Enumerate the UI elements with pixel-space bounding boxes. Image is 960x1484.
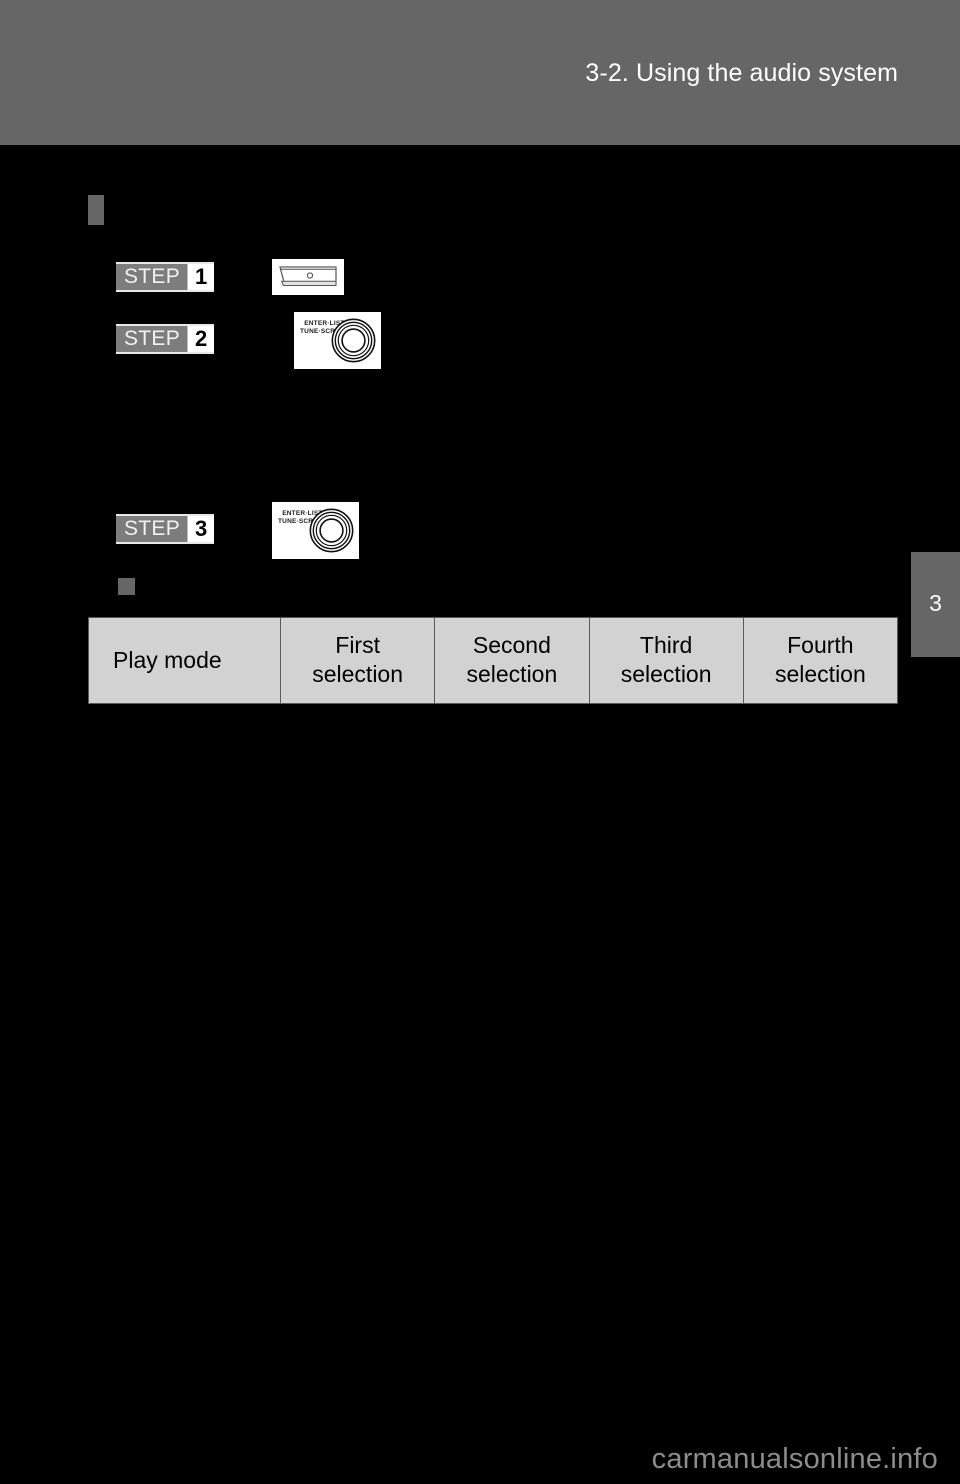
step-number-2: 2	[187, 326, 215, 352]
figure-tune-scroll-knob-2: ENTER·LIST TUNE·SCROLL	[272, 502, 359, 559]
step-number-3: 3	[187, 516, 215, 542]
table-header-third-selection: Third selection	[588, 617, 744, 704]
chapter-tab-number: 3	[929, 590, 942, 616]
play-mode-selection-table: Play mode First selection Second selecti…	[88, 617, 899, 704]
step-badge-2: STEP 2	[116, 324, 215, 354]
page-content: STEP 1 STEP 2 ENTER·LIST TUNE·SCROLL STE…	[0, 145, 960, 1484]
table-header-fourth-selection: Fourth selection	[742, 617, 899, 704]
page-title: 3-2. Using the audio system	[585, 59, 898, 87]
page-header-band: 3-2. Using the audio system	[0, 0, 960, 145]
eject-slot-button-icon	[279, 266, 337, 286]
table-header-first-line2: selection	[312, 661, 404, 687]
section-bullet-bar-icon	[88, 195, 104, 225]
step-label-1: STEP	[116, 264, 188, 290]
site-watermark: carmanualsonline.info	[651, 1443, 938, 1475]
figure-eject-slot-button	[272, 259, 344, 295]
step-badge-1: STEP 1	[116, 262, 215, 292]
table-header-third-line1: Third	[639, 632, 693, 658]
step-badge-3: STEP 3	[116, 514, 215, 544]
table-header-fourth-line1: Fourth	[787, 632, 854, 658]
table-header-first-selection: First selection	[279, 617, 436, 704]
table-head: Play mode First selection Second selecti…	[88, 617, 899, 704]
subsection-bullet-square-icon	[118, 578, 135, 595]
table-header-second-line1: Second	[472, 632, 551, 658]
tune-scroll-knob-icon-2	[309, 508, 354, 553]
tune-scroll-knob-icon-1	[331, 318, 376, 363]
table-header-play-mode: Play mode	[88, 617, 281, 704]
step-number-1: 1	[187, 264, 215, 290]
table-header-second-line2: selection	[466, 661, 558, 687]
step-label-2: STEP	[116, 326, 188, 352]
table-header-first-line1: First	[335, 632, 380, 658]
table-header-third-line2: selection	[620, 661, 712, 687]
table-header-fourth-line2: selection	[774, 661, 866, 687]
chapter-tab-3: 3	[911, 552, 960, 657]
figure-tune-scroll-knob-1: ENTER·LIST TUNE·SCROLL	[294, 312, 381, 369]
step-label-3: STEP	[116, 516, 188, 542]
table-header-second-selection: Second selection	[434, 617, 590, 704]
table-header-row: Play mode First selection Second selecti…	[88, 617, 899, 704]
